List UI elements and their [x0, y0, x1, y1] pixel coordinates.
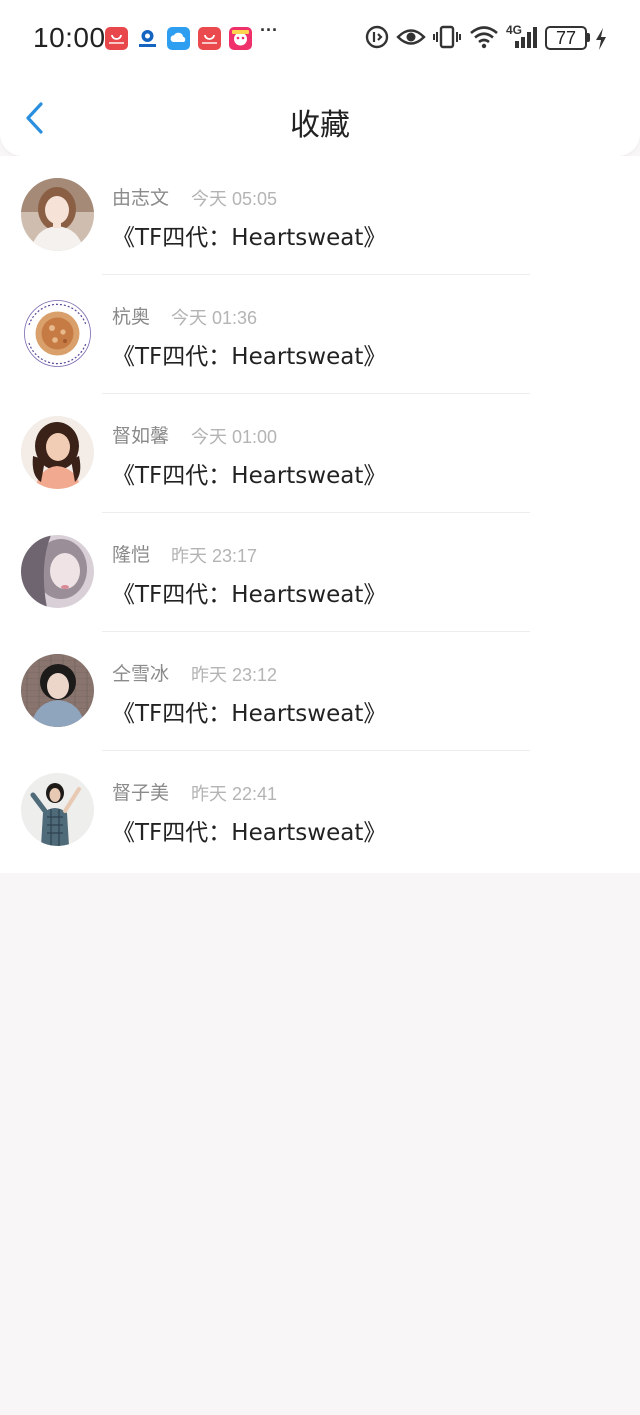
author-name: 由志文 [112, 187, 170, 209]
data-saver-icon [365, 25, 389, 49]
favorites-list: 由志文 今天 05:05 《TF四代：Heartsweat》 杭奥 今天 01:… [0, 156, 640, 873]
huawei-appgallery-icon [105, 27, 128, 50]
status-bar: 10:00 ··· 4G 77 [0, 0, 640, 78]
charging-icon [596, 28, 606, 50]
timestamp: 昨天 23:12 [191, 665, 278, 685]
battery-indicator: 77 [545, 26, 587, 50]
eye-comfort-icon [396, 29, 426, 45]
bank-app-icon [136, 27, 159, 50]
huawei-app-icon [198, 27, 221, 50]
item-title: 《TF四代：Heartsweat》 [112, 344, 387, 370]
avatar[interactable] [21, 416, 94, 489]
list-item[interactable]: 杭奥 今天 01:36 《TF四代：Heartsweat》 [0, 275, 640, 394]
list-item[interactable]: 督子美 昨天 22:41 《TF四代：Heartsweat》 [0, 751, 640, 870]
author-name: 督如馨 [112, 425, 170, 447]
author-name: 隆恺 [112, 544, 151, 566]
list-item[interactable]: 由志文 今天 05:05 《TF四代：Heartsweat》 [0, 156, 640, 275]
avatar[interactable] [21, 178, 94, 251]
item-title: 《TF四代：Heartsweat》 [112, 701, 387, 727]
timestamp: 今天 01:36 [171, 308, 258, 328]
shopping-app-icon [229, 27, 252, 50]
battery-tip [587, 33, 590, 42]
item-title: 《TF四代：Heartsweat》 [112, 820, 387, 846]
avatar[interactable] [21, 297, 94, 370]
avatar[interactable] [21, 773, 94, 846]
author-name: 仝雪冰 [112, 663, 170, 685]
vibrate-icon [433, 25, 461, 49]
page-title: 收藏 [290, 108, 350, 143]
more-notifications-icon: ··· [260, 20, 278, 40]
list-item[interactable]: 仝雪冰 昨天 23:12 《TF四代：Heartsweat》 [0, 632, 640, 751]
timestamp: 昨天 23:17 [171, 546, 258, 566]
cloud-app-icon [167, 27, 190, 50]
list-item[interactable]: 隆恺 昨天 23:17 《TF四代：Heartsweat》 [0, 513, 640, 632]
navigation-bar: 收藏 [0, 78, 640, 156]
status-time: 10:00 [33, 22, 106, 53]
item-title: 《TF四代：Heartsweat》 [112, 463, 387, 489]
item-title: 《TF四代：Heartsweat》 [112, 582, 387, 608]
signal-strength-icon [515, 27, 537, 48]
avatar[interactable] [21, 535, 94, 608]
timestamp: 昨天 22:41 [191, 784, 278, 804]
wifi-icon [470, 26, 498, 49]
author-name: 督子美 [112, 782, 170, 804]
list-item[interactable]: 督如馨 今天 01:00 《TF四代：Heartsweat》 [0, 394, 640, 513]
item-title: 《TF四代：Heartsweat》 [112, 225, 387, 251]
timestamp: 今天 05:05 [191, 189, 278, 209]
timestamp: 今天 01:00 [191, 427, 278, 447]
avatar[interactable] [21, 654, 94, 727]
author-name: 杭奥 [112, 306, 151, 328]
